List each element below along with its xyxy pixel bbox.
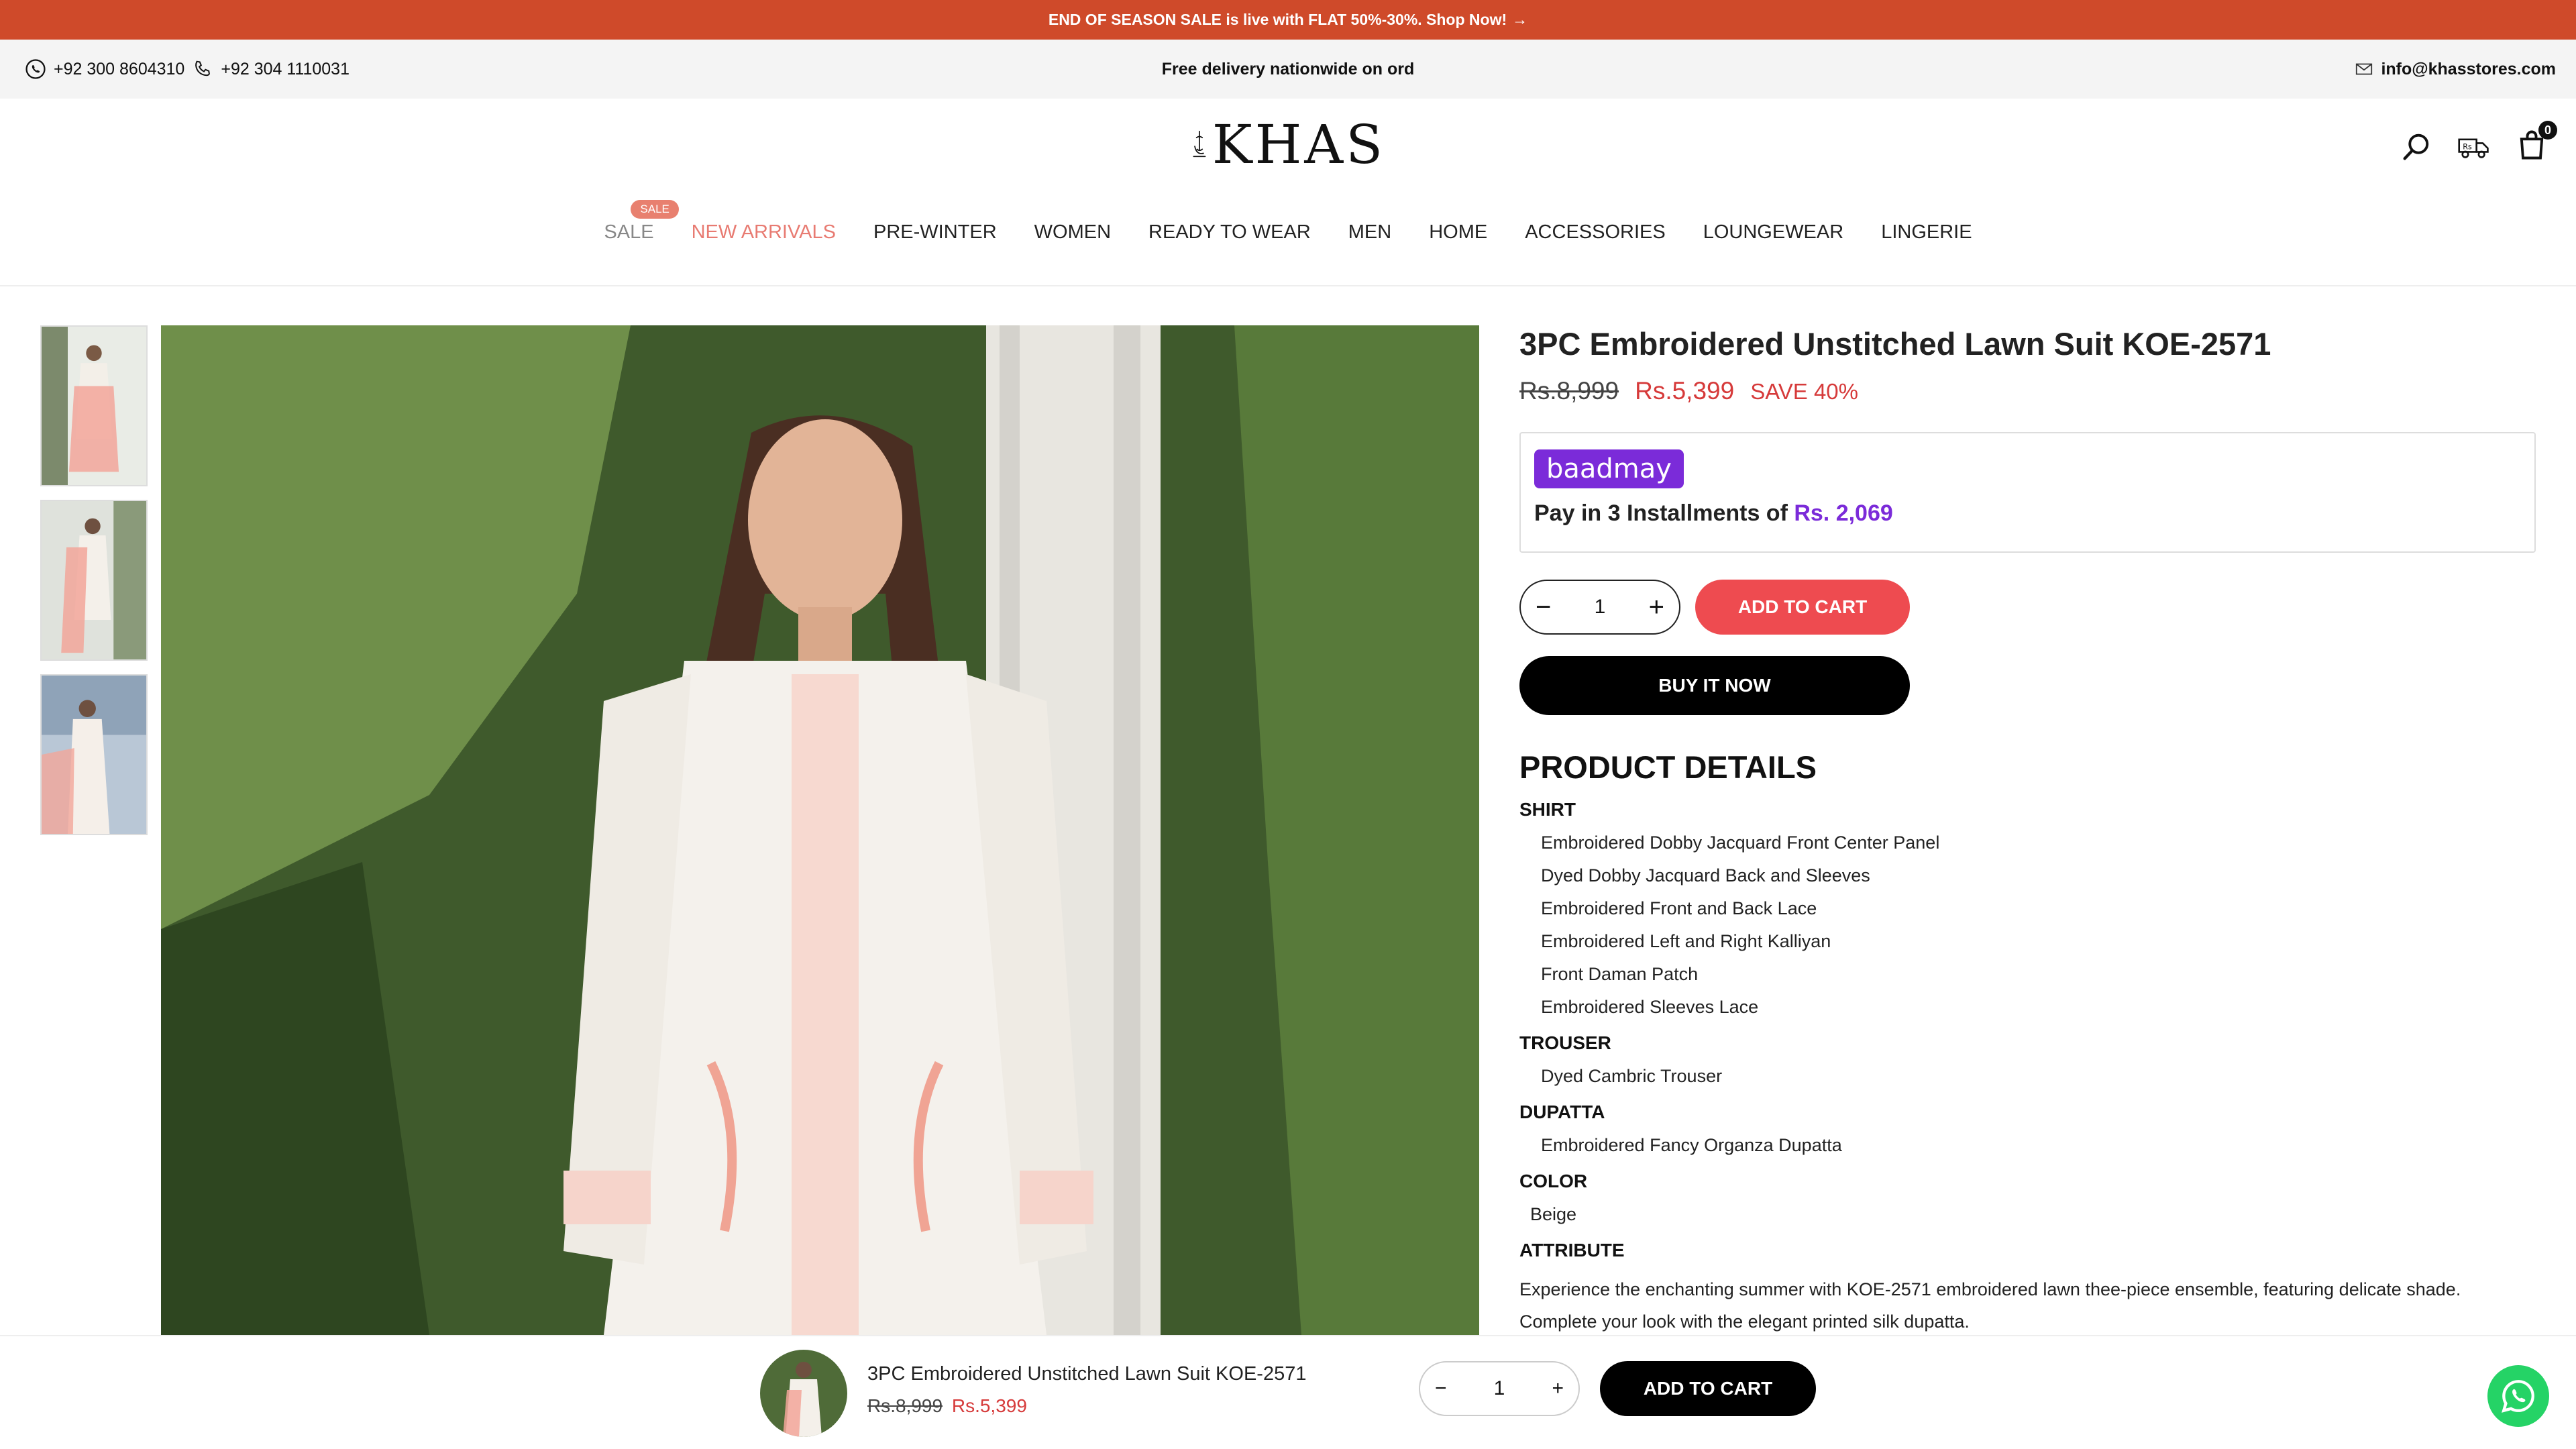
nav-item-men[interactable]: MEN [1348,221,1391,244]
logo-wordmark: KHAS [1212,113,1385,176]
detail-line: Dyed Dobby Jacquard Back and Sleeves [1541,865,1870,885]
product-photo [161,325,1479,1335]
phone-number[interactable]: +92 304 1110031 [221,60,350,79]
thumbnail-image [42,327,146,485]
increase-quantity-button[interactable]: + [1649,594,1664,621]
sticky-increase-quantity-button[interactable]: + [1552,1377,1564,1400]
sticky-price-row: Rs.8,999 Rs.5,399 [867,1395,1027,1417]
installment-widget[interactable]: baadmay Pay in 3 Installments of Rs. 2,0… [1519,432,2536,553]
delivery-text: Free delivery nationwide on ord [1161,59,1415,78]
quantity-value[interactable]: 1 [1595,596,1606,619]
delivery-notice: Free delivery nationwide on ord [0,60,2576,79]
contact-bar: +92 300 8604310 +92 304 1110031 Free del… [0,40,2576,99]
nav-item-accessories[interactable]: ACCESSORIES [1525,221,1666,244]
attribute-line-1: Experience the enchanting summer with KO… [1519,1279,2461,1299]
nav-item-ready-to-wear[interactable]: READY TO WEAR [1148,221,1311,244]
quantity-stepper: − 1 + [1519,580,1680,635]
search-icon[interactable] [2399,129,2434,164]
shirt-heading: SHIRT [1519,799,1576,820]
attribute-line-2: Complete your look with the elegant prin… [1519,1311,1970,1332]
buy-now-button[interactable]: BUY IT NOW [1519,656,1910,715]
email-contact[interactable]: info@khasstores.com [2354,59,2556,79]
decrease-quantity-button[interactable]: − [1536,594,1551,621]
whatsapp-number[interactable]: +92 300 8604310 [54,60,184,79]
nav-item-new-arrivals[interactable]: NEW ARRIVALS [692,221,836,244]
price-row: Rs.8,999 Rs.5,399 SAVE 40% [1519,377,2539,405]
nav-item-loungewear[interactable]: LOUNGEWEAR [1703,221,1843,244]
whatsapp-icon [25,59,46,79]
sticky-product-thumbnail [760,1350,847,1437]
site-logo[interactable]: KHAS [1191,106,1385,183]
sticky-decrease-quantity-button[interactable]: − [1435,1377,1447,1400]
installment-label: Pay in 3 Installments of [1534,500,1788,526]
add-to-cart-button[interactable]: ADD TO CART [1695,580,1910,635]
thumbnail-image [42,676,146,834]
whatsapp-icon [2502,1380,2534,1413]
arrow-right-icon: → [1512,11,1528,28]
main-navigation: SALE SALE NEW ARRIVALS PRE-WINTER WOMEN … [0,200,2576,244]
compare-price: Rs.8,999 [1519,377,1619,405]
announcement-bar[interactable]: END OF SEASON SALE is live with FLAT 50%… [0,0,2576,40]
sale-badge: SALE [631,200,679,219]
email-address[interactable]: info@khasstores.com [2381,60,2556,79]
dupatta-heading: DUPATTA [1519,1102,1605,1122]
phone-contacts: +92 300 8604310 +92 304 1110031 [24,58,350,80]
product-thumbnail-3[interactable] [40,674,148,835]
purchase-row: − 1 + ADD TO CART [1519,580,2539,635]
installment-text: Pay in 3 Installments of Rs. 2,069 [1534,500,2521,527]
sticky-add-to-cart-button[interactable]: ADD TO CART [1600,1361,1816,1416]
sticky-cart-bar: 3PC Embroidered Unstitched Lawn Suit KOE… [0,1335,2576,1449]
whatsapp-chat-button[interactable] [2487,1365,2549,1427]
mail-icon [2356,63,2373,75]
phone-icon [195,60,211,76]
save-label: SAVE 40% [1750,379,1858,404]
nav-item-lingerie[interactable]: LINGERIE [1881,221,1972,244]
sale-price: Rs.5,399 [1635,377,1735,405]
nav-item-pre-winter[interactable]: PRE-WINTER [873,221,997,244]
product-thumbnail-2[interactable] [40,500,148,661]
nav-label: SALE [604,221,654,243]
header-actions: Rs 0 [2399,121,2557,166]
sticky-quantity-stepper: − 1 + [1419,1361,1580,1416]
announcement-text[interactable]: END OF SEASON SALE is live with FLAT 50%… [1049,11,1507,29]
logo-mark-icon [1193,130,1206,157]
attribute-heading: ATTRIBUTE [1519,1240,1625,1260]
product-main-image[interactable] [161,325,1479,1335]
attribute-text: Experience the enchanting summer with KO… [1519,1273,2539,1338]
sticky-quantity-value[interactable]: 1 [1494,1377,1505,1400]
sticky-compare-price: Rs.8,999 [867,1395,943,1416]
detail-line: Embroidered Dobby Jacquard Front Center … [1541,833,1940,853]
svg-text:Rs: Rs [2463,142,2472,151]
nav-item-sale[interactable]: SALE SALE [604,200,679,244]
detail-line: Front Daman Patch [1541,964,1699,984]
delivery-truck-icon[interactable]: Rs [2457,129,2491,164]
nav-item-home[interactable]: HOME [1429,221,1487,244]
color-value: Beige [1530,1204,1577,1224]
nav-item-women[interactable]: WOMEN [1034,221,1111,244]
cart-count-badge: 0 [2538,121,2557,140]
sticky-product-title: 3PC Embroidered Unstitched Lawn Suit KOE… [867,1363,1307,1385]
installment-amount: Rs. 2,069 [1794,500,1893,526]
detail-line: Embroidered Fancy Organza Dupatta [1541,1135,1842,1155]
color-heading: COLOR [1519,1171,1588,1191]
header-divider [0,285,2576,286]
detail-line: Embroidered Sleeves Lace [1541,997,1759,1017]
product-thumbnail-1[interactable] [40,325,148,486]
product-details-heading: PRODUCT DETAILS [1519,749,1817,785]
product-title: 3PC Embroidered Unstitched Lawn Suit KOE… [1519,326,2271,362]
trouser-heading: TROUSER [1519,1032,1611,1053]
sticky-sale-price: Rs.5,399 [951,1395,1027,1416]
detail-line: Dyed Cambric Trouser [1541,1066,1723,1086]
detail-line: Embroidered Front and Back Lace [1541,898,1817,918]
thumbnail-image [42,501,146,659]
cart-button[interactable]: 0 [2514,121,2557,166]
sticky-thumbnail-image [760,1350,847,1437]
detail-line: Embroidered Left and Right Kalliyan [1541,931,1831,951]
baadmay-logo: baadmay [1534,449,1684,488]
product-info: 3PC Embroidered Unstitched Lawn Suit KOE… [1519,325,2539,1338]
